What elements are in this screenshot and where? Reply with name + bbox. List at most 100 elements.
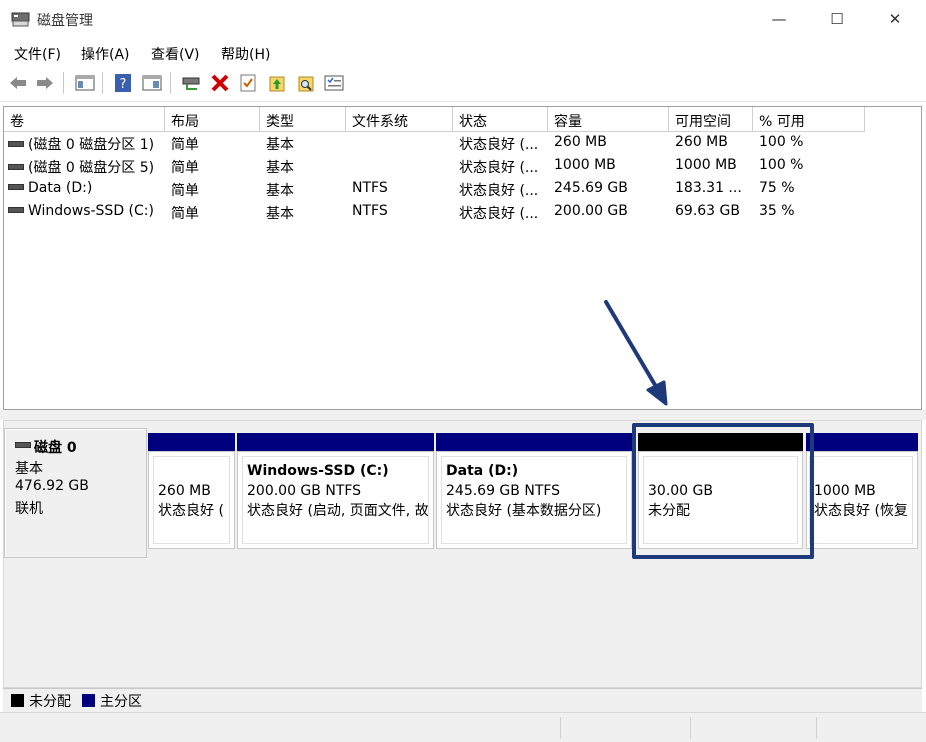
- menu-help[interactable]: 帮助(H): [221, 44, 270, 64]
- partition-name: Windows-SSD (C:): [247, 463, 389, 479]
- highlight-annotation-box: [632, 423, 814, 559]
- partition-1000mb-recovery[interactable]: 1000 MB 状态良好 (恢复: [806, 451, 918, 549]
- type-cell: 基本: [266, 137, 294, 153]
- partition-data-d[interactable]: Data (D:) 245.69 GB NTFS 状态良好 (基本数据分区): [436, 451, 632, 549]
- status-cell: 状态良好 (...: [459, 160, 539, 176]
- delete-icon[interactable]: [208, 72, 232, 94]
- layout-cell: 简单: [171, 183, 199, 199]
- disk-icon: [15, 442, 31, 448]
- svg-text:?: ?: [120, 77, 127, 92]
- filesystem-cell: NTFS: [352, 203, 388, 219]
- layout-cell: 简单: [171, 160, 199, 176]
- volume-name: (磁盘 0 磁盘分区 1): [28, 137, 155, 153]
- drive-icon: [8, 164, 24, 170]
- check-icon[interactable]: [236, 72, 260, 94]
- maximize-button[interactable]: ☐: [808, 0, 866, 38]
- toolbar-separator: [63, 72, 64, 94]
- disk-state: 联机: [15, 501, 43, 517]
- free-space-cell: 183.31 ...: [675, 180, 742, 196]
- drive-icon: [8, 141, 24, 147]
- column-header-filesystem[interactable]: 文件系统: [346, 107, 453, 132]
- table-row[interactable]: Windows-SSD (C:) 简单 基本 NTFS 状态良好 (... 20…: [4, 201, 921, 224]
- drive-icon: [8, 207, 24, 213]
- annotation-arrow-icon: [604, 300, 668, 406]
- column-header-capacity[interactable]: 容量: [548, 107, 669, 132]
- legend-primary-label: 主分区: [100, 694, 142, 710]
- up-arrow-icon[interactable]: [265, 72, 289, 94]
- status-divider: [816, 717, 817, 739]
- layout-cell: 简单: [171, 206, 199, 222]
- disk-info-box[interactable]: 磁盘 0 基本 476.92 GB 联机: [4, 428, 147, 558]
- close-button[interactable]: ✕: [866, 0, 924, 38]
- volume-name: Windows-SSD (C:): [28, 203, 154, 219]
- legend-bar: 未分配 主分区: [3, 688, 922, 712]
- status-divider: [560, 717, 561, 739]
- partition-status: 状态良好 (基本数据分区): [446, 503, 602, 519]
- column-header-status[interactable]: 状态: [453, 107, 548, 132]
- partition-name: Data (D:): [446, 463, 519, 479]
- table-row[interactable]: (磁盘 0 磁盘分区 1) 简单 基本 状态良好 (... 260 MB 260…: [4, 132, 921, 155]
- capacity-cell: 200.00 GB: [554, 203, 628, 219]
- table-row[interactable]: Data (D:) 简单 基本 NTFS 状态良好 (... 245.69 GB…: [4, 178, 921, 201]
- column-header-volume[interactable]: 卷: [4, 107, 165, 132]
- free-space-cell: 1000 MB: [675, 157, 737, 173]
- capacity-cell: 245.69 GB: [554, 180, 628, 196]
- console-tree-icon[interactable]: [73, 72, 97, 94]
- table-row[interactable]: (磁盘 0 磁盘分区 5) 简单 基本 状态良好 (... 1000 MB 10…: [4, 155, 921, 178]
- column-header-free-space[interactable]: 可用空间: [669, 107, 753, 132]
- status-cell: 状态良好 (...: [459, 183, 539, 199]
- filesystem-cell: NTFS: [352, 180, 388, 196]
- disk-name: 磁盘 0: [34, 440, 77, 456]
- properties-icon[interactable]: [140, 72, 164, 94]
- pane-splitter[interactable]: [0, 410, 926, 420]
- column-header-layout[interactable]: 布局: [165, 107, 260, 132]
- disk-type: 基本: [15, 461, 43, 477]
- help-icon[interactable]: ?: [111, 72, 135, 94]
- partition-status: 状态良好 (恢复: [814, 503, 908, 519]
- disk-size: 476.92 GB: [15, 478, 89, 494]
- type-cell: 基本: [266, 160, 294, 176]
- status-cell: 状态良好 (...: [459, 206, 539, 222]
- menu-view[interactable]: 查看(V): [151, 44, 200, 64]
- volume-name: Data (D:): [28, 180, 93, 196]
- type-cell: 基本: [266, 206, 294, 222]
- toolbar: ?: [0, 66, 926, 102]
- partition-color-bar: [436, 433, 632, 451]
- partition-color-bar: [237, 433, 434, 451]
- minimize-button[interactable]: —: [750, 0, 808, 38]
- column-header-percent-free[interactable]: % 可用: [753, 107, 865, 132]
- status-divider: [690, 717, 691, 739]
- type-cell: 基本: [266, 183, 294, 199]
- partition-size: 1000 MB: [814, 483, 876, 499]
- connect-drive-icon[interactable]: [180, 72, 204, 94]
- status-cell: 状态良好 (...: [459, 137, 539, 153]
- partition-260mb[interactable]: 260 MB 状态良好 (: [148, 451, 235, 549]
- drive-icon: [8, 184, 24, 190]
- maximize-icon: ☐: [830, 10, 844, 28]
- legend-unallocated-swatch: [11, 694, 24, 707]
- forward-icon[interactable]: [33, 72, 57, 94]
- back-icon[interactable]: [6, 72, 30, 94]
- volume-name: (磁盘 0 磁盘分区 5): [28, 160, 155, 176]
- window-title: 磁盘管理: [37, 13, 93, 29]
- search-icon[interactable]: [294, 72, 318, 94]
- legend-primary-swatch: [82, 694, 95, 707]
- close-icon: ✕: [888, 10, 902, 28]
- menu-file[interactable]: 文件(F): [14, 44, 61, 64]
- partition-status: 状态良好 (启动, 页面文件, 故: [247, 503, 429, 519]
- percent-free-cell: 100 %: [759, 134, 804, 150]
- list-icon[interactable]: [322, 72, 346, 94]
- status-bar: [0, 712, 926, 742]
- menu-action[interactable]: 操作(A): [81, 44, 130, 64]
- legend-unallocated-label: 未分配: [29, 694, 71, 710]
- partition-color-bar: [806, 433, 918, 451]
- partition-size: 200.00 GB NTFS: [247, 483, 362, 499]
- capacity-cell: 260 MB: [554, 134, 607, 150]
- partition-windows-ssd-c[interactable]: Windows-SSD (C:) 200.00 GB NTFS 状态良好 (启动…: [237, 451, 434, 549]
- menu-bar: 文件(F) 操作(A) 查看(V) 帮助(H): [0, 38, 926, 66]
- layout-cell: 简单: [171, 137, 199, 153]
- partition-status: 状态良好 (: [158, 503, 224, 519]
- column-header-type[interactable]: 类型: [260, 107, 346, 132]
- disk-management-app-icon: [11, 12, 30, 27]
- capacity-cell: 1000 MB: [554, 157, 616, 173]
